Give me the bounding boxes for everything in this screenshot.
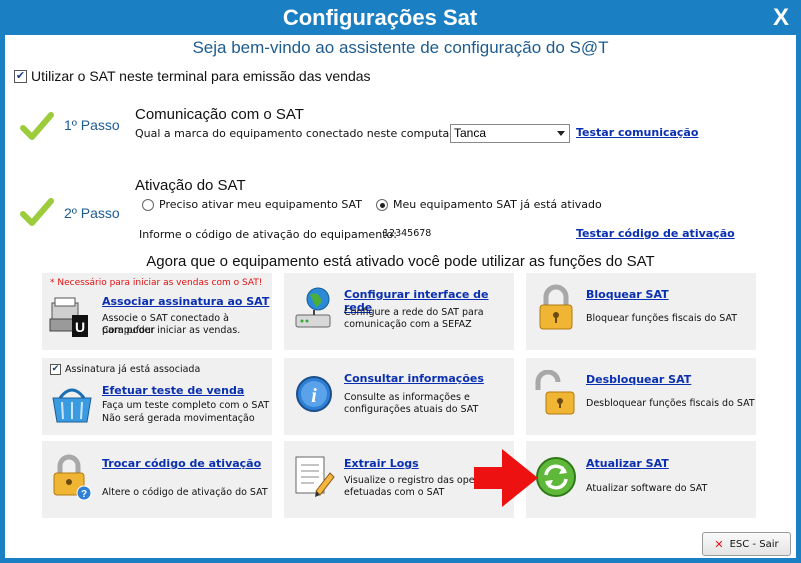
log-document-icon bbox=[295, 456, 335, 497]
tile-teste-venda[interactable]: ✔ Assinatura já está associada Efetuar t… bbox=[42, 358, 272, 435]
step2-done-check-icon bbox=[20, 198, 54, 226]
trocar-codigo-link[interactable]: Trocar código de ativação bbox=[102, 457, 261, 470]
esc-exit-label: ESC - Sair bbox=[729, 538, 779, 550]
logs-desc-1: Visualize o registro das operaç bbox=[344, 475, 490, 486]
tile-configurar-rede[interactable]: Configurar interface de rede Configure a… bbox=[284, 273, 514, 350]
welcome-heading: Seja bem-vindo ao assistente de configur… bbox=[192, 38, 609, 57]
step1-label: 1º Passo bbox=[64, 117, 120, 133]
associar-assinatura-link[interactable]: Associar assinatura ao SAT bbox=[102, 295, 269, 308]
activation-code-value[interactable]: 12345678 bbox=[383, 228, 431, 239]
brand-select[interactable]: Tanca bbox=[450, 124, 570, 143]
trocar-desc: Altere o código de ativação do SAT bbox=[102, 487, 268, 498]
assinatura-associada-checkbox[interactable]: ✔ bbox=[50, 364, 61, 375]
activation-code-label: Informe o código de ativação do equipame… bbox=[139, 228, 397, 241]
tile-consultar-info[interactable]: i Consultar informações Consulte as info… bbox=[284, 358, 514, 435]
test-communication-link[interactable]: Testar comunicação bbox=[576, 126, 698, 139]
assinatura-associada-label: Assinatura já está associada bbox=[65, 364, 201, 375]
close-button[interactable]: X bbox=[761, 0, 801, 35]
brand-question: Qual a marca do equipamento conectado ne… bbox=[135, 127, 474, 140]
svg-text:U: U bbox=[75, 319, 85, 335]
lock-help-icon: ? bbox=[53, 454, 92, 501]
use-sat-label: Utilizar o SAT neste terminal para emiss… bbox=[31, 68, 371, 84]
teste-venda-link[interactable]: Efetuar teste de venda bbox=[102, 384, 244, 397]
shopping-basket-icon bbox=[52, 388, 92, 423]
svg-text:i: i bbox=[311, 385, 317, 407]
logs-desc-2: efetuadas com o SAT bbox=[344, 487, 445, 498]
required-warning: * Necessário para iniciar as vendas com … bbox=[50, 278, 263, 288]
tile-trocar-codigo[interactable]: ? Trocar código de ativação Altere o cód… bbox=[42, 441, 272, 518]
red-arrow-icon bbox=[474, 449, 538, 507]
teste-desc-1: Faça um teste completo com o SAT bbox=[102, 400, 270, 411]
chevron-down-icon bbox=[557, 131, 565, 136]
rede-desc-1: Configure a rede do SAT para bbox=[344, 307, 484, 318]
window-title: Configurações Sat bbox=[282, 5, 478, 30]
brand-select-value: Tanca bbox=[454, 126, 487, 140]
use-sat-checkbox[interactable]: ✔ bbox=[14, 69, 27, 83]
esc-exit-button[interactable]: ✕ ESC - Sair bbox=[702, 532, 791, 556]
desbloquear-desc: Desbloquear funções fiscais do SAT bbox=[586, 398, 755, 409]
consultar-desc-1: Consulte as informações e bbox=[344, 392, 470, 403]
step1-heading: Comunicação com o SAT bbox=[135, 106, 304, 123]
functions-heading: Agora que o equipamento está ativado voc… bbox=[146, 253, 655, 270]
bloquear-sat-link[interactable]: Bloquear SAT bbox=[586, 288, 669, 301]
atualizar-sat-link[interactable]: Atualizar SAT bbox=[586, 457, 669, 470]
desbloquear-sat-link[interactable]: Desbloquear SAT bbox=[586, 373, 691, 386]
tile-atualizar-sat[interactable]: Atualizar SAT Atualizar software do SAT bbox=[526, 441, 756, 518]
rede-desc-2: comunicação com a SEFAZ bbox=[344, 319, 472, 330]
step1-done-check-icon bbox=[20, 112, 54, 140]
tile-associar-assinatura[interactable]: * Necessário para iniciar as vendas com … bbox=[42, 273, 272, 350]
test-activation-code-link[interactable]: Testar código de ativação bbox=[576, 227, 735, 240]
radio-need-activation[interactable]: Preciso ativar meu equipamento SAT bbox=[142, 198, 362, 211]
consultar-info-link[interactable]: Consultar informações bbox=[344, 372, 484, 385]
tile-bloquear-sat[interactable]: Bloquear SAT Bloquear funções fiscais do… bbox=[526, 273, 756, 350]
network-globe-icon bbox=[295, 287, 331, 328]
signature-printer-icon: U bbox=[49, 297, 88, 337]
step2-heading: Ativação do SAT bbox=[135, 177, 246, 194]
atualizar-desc: Atualizar software do SAT bbox=[586, 483, 708, 494]
tile-desbloquear-sat[interactable]: Desbloquear SAT Desbloquear funções fisc… bbox=[526, 358, 756, 435]
lock-open-icon bbox=[535, 370, 575, 415]
teste-desc-2: Não será gerada movimentação bbox=[102, 413, 255, 424]
consultar-desc-2: configurações atuais do SAT bbox=[344, 404, 479, 415]
radio-active-button[interactable] bbox=[376, 198, 388, 211]
lock-closed-icon bbox=[539, 284, 573, 330]
assinatura-associada-option[interactable]: ✔ Assinatura já está associada bbox=[50, 364, 200, 375]
radio-already-active[interactable]: Meu equipamento SAT já está ativado bbox=[376, 198, 602, 211]
associar-desc-2: para poder iniciar as vendas. bbox=[102, 325, 241, 336]
close-icon: ✕ bbox=[714, 537, 724, 551]
radio-need-button[interactable] bbox=[142, 198, 154, 211]
info-icon: i bbox=[296, 376, 332, 412]
use-sat-option[interactable]: ✔ Utilizar o SAT neste terminal para emi… bbox=[14, 68, 371, 84]
bloquear-desc: Bloquear funções fiscais do SAT bbox=[586, 313, 738, 324]
svg-text:?: ? bbox=[81, 489, 87, 500]
radio-need-label: Preciso ativar meu equipamento SAT bbox=[159, 198, 362, 211]
step2-label: 2º Passo bbox=[64, 205, 120, 221]
radio-active-label: Meu equipamento SAT já está ativado bbox=[393, 198, 602, 211]
extrair-logs-link[interactable]: Extrair Logs bbox=[344, 457, 419, 470]
